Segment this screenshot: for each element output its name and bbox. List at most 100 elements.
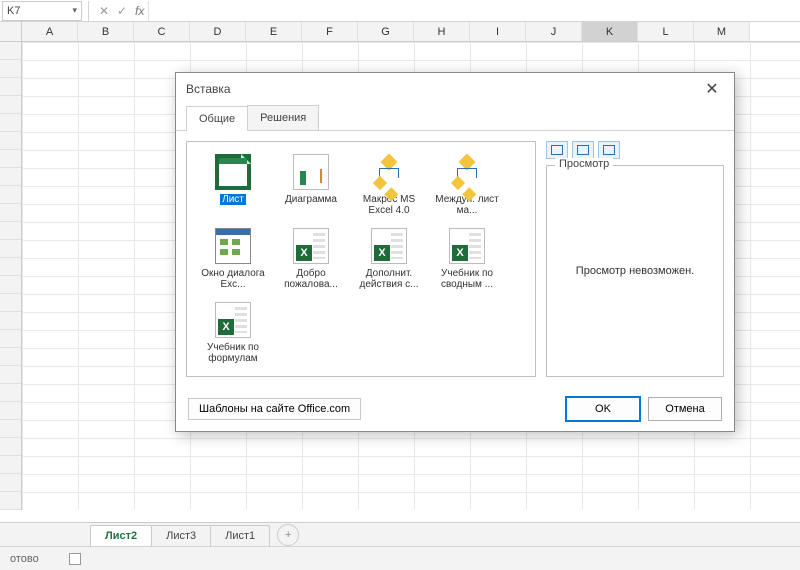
row-header[interactable] [0, 348, 21, 366]
column-header[interactable]: G [358, 22, 414, 41]
template-item[interactable]: Лист [195, 150, 271, 220]
row-header[interactable] [0, 150, 21, 168]
dialog-right-pane: Просмотр Просмотр невозможен. [546, 141, 724, 377]
dialog-title: Вставка [186, 82, 231, 96]
template-item[interactable]: Дополнит. действия с... [351, 224, 427, 294]
column-header[interactable]: J [526, 22, 582, 41]
accept-formula-icon[interactable]: ✓ [113, 4, 131, 18]
column-header[interactable]: M [694, 22, 750, 41]
close-icon[interactable]: ✕ [700, 79, 724, 99]
macro-icon [449, 154, 485, 190]
row-header[interactable] [0, 222, 21, 240]
column-header[interactable]: C [134, 22, 190, 41]
row-header[interactable] [0, 168, 21, 186]
template-item[interactable]: Междун. лист ма... [429, 150, 505, 220]
preview-message: Просмотр невозможен. [547, 265, 723, 277]
row-header[interactable] [0, 330, 21, 348]
row-header[interactable] [0, 78, 21, 96]
row-header[interactable] [0, 456, 21, 474]
cancel-button[interactable]: Отмена [648, 397, 722, 421]
row-header[interactable] [0, 258, 21, 276]
office-templates-button[interactable]: Шаблоны на сайте Office.com [188, 398, 361, 420]
preview-panel: Просмотр Просмотр невозможен. [546, 165, 724, 377]
template-label: Диаграмма [285, 194, 337, 205]
row-header[interactable] [0, 240, 21, 258]
xl-icon [371, 228, 407, 264]
row-header[interactable] [0, 420, 21, 438]
sheet-tab-bar: Лист2Лист3Лист1 + [0, 522, 800, 546]
row-header[interactable] [0, 366, 21, 384]
sheet-tab[interactable]: Лист1 [210, 525, 270, 546]
row-header[interactable] [0, 186, 21, 204]
template-label: Учебник по сводным ... [431, 268, 503, 290]
row-header[interactable] [0, 276, 21, 294]
column-header[interactable]: K [582, 22, 638, 41]
row-header[interactable] [0, 204, 21, 222]
template-item[interactable]: Окно диалога Exc... [195, 224, 271, 294]
dialog-tab[interactable]: Решения [247, 105, 319, 130]
column-header[interactable]: E [246, 22, 302, 41]
template-label: Добро пожалова... [275, 268, 347, 290]
xl-icon [215, 302, 251, 338]
template-label: Макрос MS Excel 4.0 [353, 194, 425, 216]
macro-icon [371, 154, 407, 190]
fx-icon[interactable]: fx [135, 4, 144, 18]
chevron-down-icon[interactable]: ▾ [72, 5, 77, 16]
formula-bar-row: K7 ▾ ✕ ✓ fx [0, 0, 800, 22]
row-header[interactable] [0, 474, 21, 492]
select-all-corner[interactable] [0, 22, 22, 41]
row-header[interactable] [0, 312, 21, 330]
chart-icon [293, 154, 329, 190]
template-label: Дополнит. действия с... [353, 268, 425, 290]
view-list-button[interactable] [572, 141, 594, 159]
dialog-body: Лист Диаграмма Макрос MS Excel 4.0Междун. … [176, 131, 734, 387]
template-list[interactable]: Лист Диаграмма Макрос MS Excel 4.0Междун. … [186, 141, 536, 377]
xl-icon [449, 228, 485, 264]
template-item[interactable]: Учебник по сводным ... [429, 224, 505, 294]
column-header[interactable]: H [414, 22, 470, 41]
row-header[interactable] [0, 402, 21, 420]
row-header[interactable] [0, 42, 21, 60]
row-header[interactable] [0, 60, 21, 78]
column-header[interactable]: F [302, 22, 358, 41]
view-large-icons-button[interactable] [546, 141, 568, 159]
sheet-tab[interactable]: Лист3 [151, 525, 211, 546]
name-box-value: K7 [7, 5, 20, 17]
row-header[interactable] [0, 114, 21, 132]
column-header[interactable]: I [470, 22, 526, 41]
dlg-icon [215, 228, 251, 264]
dialog-tabstrip: ОбщиеРешения [176, 105, 734, 131]
row-header[interactable] [0, 492, 21, 510]
row-header[interactable] [0, 294, 21, 312]
formula-input[interactable] [148, 1, 800, 21]
status-bar: отово [0, 546, 800, 570]
sheet-tab[interactable]: Лист2 [90, 525, 152, 547]
macro-record-icon[interactable] [69, 553, 81, 565]
row-header[interactable] [0, 132, 21, 150]
name-box[interactable]: K7 ▾ [2, 1, 82, 21]
dialog-titlebar[interactable]: Вставка ✕ [176, 73, 734, 105]
row-header[interactable] [0, 96, 21, 114]
insert-dialog: Вставка ✕ ОбщиеРешения Лист Диаграмма Макр… [175, 72, 735, 432]
dialog-footer: Шаблоны на сайте Office.com OK Отмена [176, 387, 734, 431]
column-header[interactable]: B [78, 22, 134, 41]
status-text: отово [10, 553, 39, 565]
ok-button[interactable]: OK [566, 397, 640, 421]
template-label: Учебник по формулам [197, 342, 269, 364]
column-header[interactable]: D [190, 22, 246, 41]
template-item[interactable]: Диаграмма [273, 150, 349, 220]
dialog-tab[interactable]: Общие [186, 106, 248, 131]
cancel-formula-icon[interactable]: ✕ [95, 4, 113, 18]
row-header[interactable] [0, 384, 21, 402]
add-sheet-button[interactable]: + [277, 524, 299, 546]
separator [88, 1, 89, 21]
template-item[interactable]: Макрос MS Excel 4.0 [351, 150, 427, 220]
preview-legend: Просмотр [555, 158, 613, 170]
template-item[interactable]: Добро пожалова... [273, 224, 349, 294]
template-item[interactable]: Учебник по формулам [195, 298, 271, 368]
view-details-button[interactable] [598, 141, 620, 159]
row-header[interactable] [0, 438, 21, 456]
row-header-column [0, 42, 22, 510]
column-header[interactable]: A [22, 22, 78, 41]
column-header[interactable]: L [638, 22, 694, 41]
